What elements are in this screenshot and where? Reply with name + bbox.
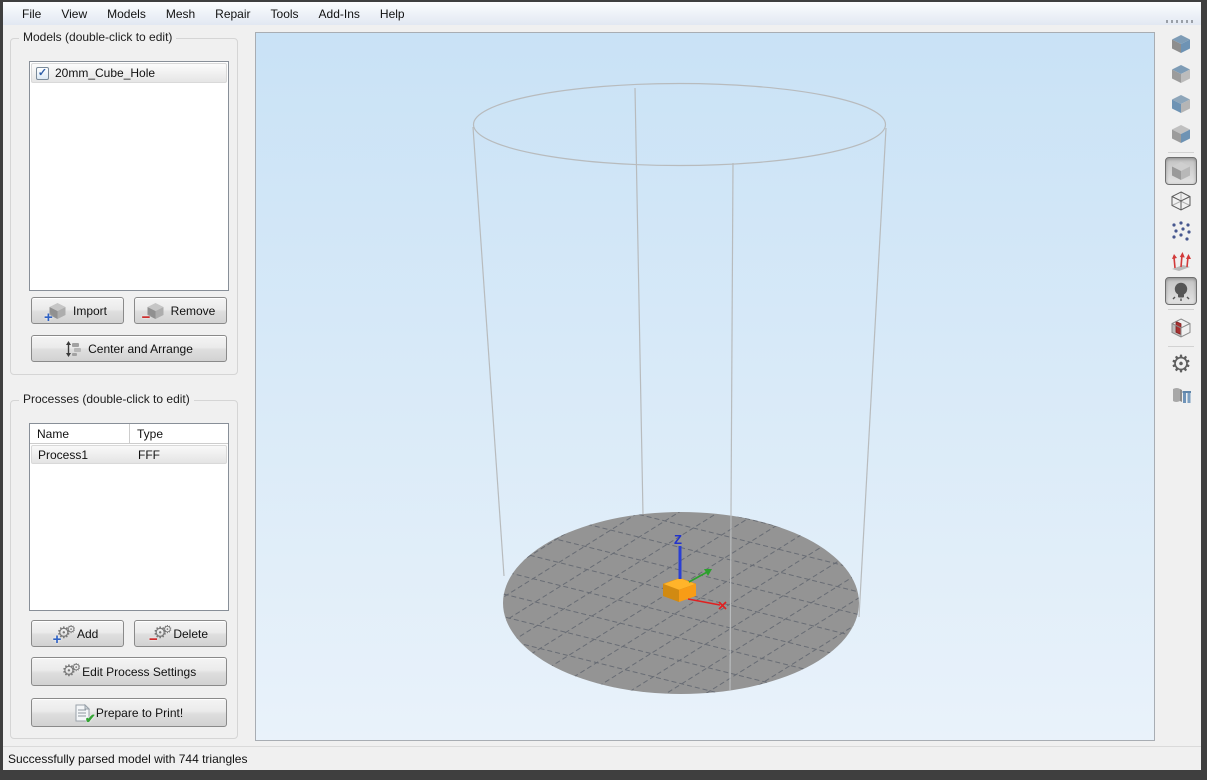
edit-process-settings-label: Edit Process Settings [82, 665, 196, 679]
model-name-label: 20mm_Cube_Hole [55, 66, 155, 80]
prepare-to-print-button[interactable]: ✔ Prepare to Print! [31, 698, 227, 727]
top-view-button[interactable] [1165, 60, 1197, 88]
column-header-name[interactable]: Name [30, 424, 130, 443]
machine-settings-button[interactable]: ⚙ [1165, 351, 1197, 379]
process-row[interactable]: Process1 FFF [31, 445, 227, 464]
minus-icon: − [149, 633, 158, 646]
z-axis-label: Z [674, 532, 682, 547]
vertices-view-button[interactable] [1165, 217, 1197, 245]
add-button-label: Add [77, 627, 98, 641]
toolbar-grip[interactable] [1166, 20, 1196, 23]
toolbar-divider [1168, 346, 1194, 347]
delete-process-button[interactable]: ⚙ ⚙ − Delete [134, 620, 227, 647]
perspective-cube-icon [1170, 160, 1192, 182]
lighting-toggle-button[interactable] [1165, 277, 1197, 305]
models-group-title: Models (double-click to edit) [19, 30, 176, 44]
add-process-button[interactable]: ⚙ ⚙ + Add [31, 620, 124, 647]
normals-arrows-icon [1170, 250, 1192, 272]
view-toolbar: ⚙ [1161, 16, 1201, 742]
menu-addins[interactable]: Add-Ins [310, 5, 369, 23]
models-group: Models (double-click to edit) ✓ 20mm_Cub… [10, 38, 238, 375]
add-gear-icon: ⚙ ⚙ + [57, 626, 71, 642]
status-message: Successfully parsed model with 744 trian… [8, 752, 247, 766]
perspective-view-button[interactable] [1165, 157, 1197, 185]
delete-gear-icon: ⚙ ⚙ − [153, 626, 167, 642]
cross-section-cube-icon [1170, 317, 1192, 339]
processes-group-title: Processes (double-click to edit) [19, 392, 194, 406]
front-view-cube-icon [1170, 93, 1192, 115]
viewport-3d[interactable]: Z [255, 32, 1155, 741]
print-document-icon: ✔ [75, 704, 90, 722]
gear-icon: ⚙ [1170, 353, 1192, 377]
import-cube-icon: + [48, 302, 67, 320]
supports-icon [1170, 384, 1192, 406]
status-bar: Successfully parsed model with 744 trian… [3, 746, 1201, 770]
process-table-header: Name Type [30, 424, 228, 444]
processes-group: Processes (double-click to edit) Name Ty… [10, 400, 238, 739]
menu-bar: File View Models Mesh Repair Tools Add-I… [3, 2, 1201, 25]
import-button-label: Import [73, 304, 107, 318]
delete-button-label: Delete [173, 627, 208, 641]
default-view-button[interactable] [1165, 30, 1197, 58]
edit-process-settings-button[interactable]: ⚙ ⚙ Edit Process Settings [31, 657, 227, 686]
remove-button[interactable]: − Remove [134, 297, 227, 324]
model-list-item[interactable]: ✓ 20mm_Cube_Hole [31, 63, 227, 83]
minus-icon: − [142, 311, 151, 324]
top-view-cube-icon [1170, 63, 1192, 85]
window-content: File View Models Mesh Repair Tools Add-I… [3, 2, 1201, 770]
menu-help[interactable]: Help [371, 5, 414, 23]
supports-button[interactable] [1165, 381, 1197, 409]
default-view-cube-icon [1170, 33, 1192, 55]
plus-icon: + [53, 633, 62, 646]
toolbar-divider [1168, 309, 1194, 310]
center-and-arrange-button[interactable]: Center and Arrange [31, 335, 227, 362]
side-view-cube-icon [1170, 123, 1192, 145]
wireframe-cube-icon [1170, 190, 1192, 212]
app-window: File View Models Mesh Repair Tools Add-I… [0, 0, 1207, 780]
menu-repair[interactable]: Repair [206, 5, 259, 23]
import-button[interactable]: + Import [31, 297, 124, 324]
process-table[interactable]: Name Type Process1 FFF [29, 423, 229, 611]
process-name-cell: Process1 [32, 446, 131, 463]
menu-models[interactable]: Models [98, 5, 155, 23]
front-view-button[interactable] [1165, 90, 1197, 118]
menu-file[interactable]: File [13, 5, 50, 23]
toolbar-divider [1168, 152, 1194, 153]
model-list[interactable]: ✓ 20mm_Cube_Hole [29, 61, 229, 291]
menu-view[interactable]: View [52, 5, 96, 23]
check-icon: ✔ [85, 713, 96, 725]
remove-button-label: Remove [171, 304, 216, 318]
prepare-to-print-label: Prepare to Print! [96, 706, 183, 720]
side-view-button[interactable] [1165, 120, 1197, 148]
menu-mesh[interactable]: Mesh [157, 5, 204, 23]
remove-cube-icon: − [146, 302, 165, 320]
center-arrange-label: Center and Arrange [88, 342, 193, 356]
normals-view-button[interactable] [1165, 247, 1197, 275]
plus-icon: + [44, 311, 53, 324]
model-visibility-checkbox[interactable]: ✓ [36, 67, 49, 80]
process-type-cell: FFF [131, 446, 226, 463]
light-bulb-icon [1170, 280, 1192, 302]
menu-tools[interactable]: Tools [262, 5, 308, 23]
cross-section-button[interactable] [1165, 314, 1197, 342]
center-arrange-icon [65, 341, 82, 357]
column-header-type[interactable]: Type [130, 424, 228, 443]
gears-icon: ⚙ ⚙ [62, 664, 76, 680]
wireframe-view-button[interactable] [1165, 187, 1197, 215]
vertices-dots-icon [1170, 220, 1192, 242]
